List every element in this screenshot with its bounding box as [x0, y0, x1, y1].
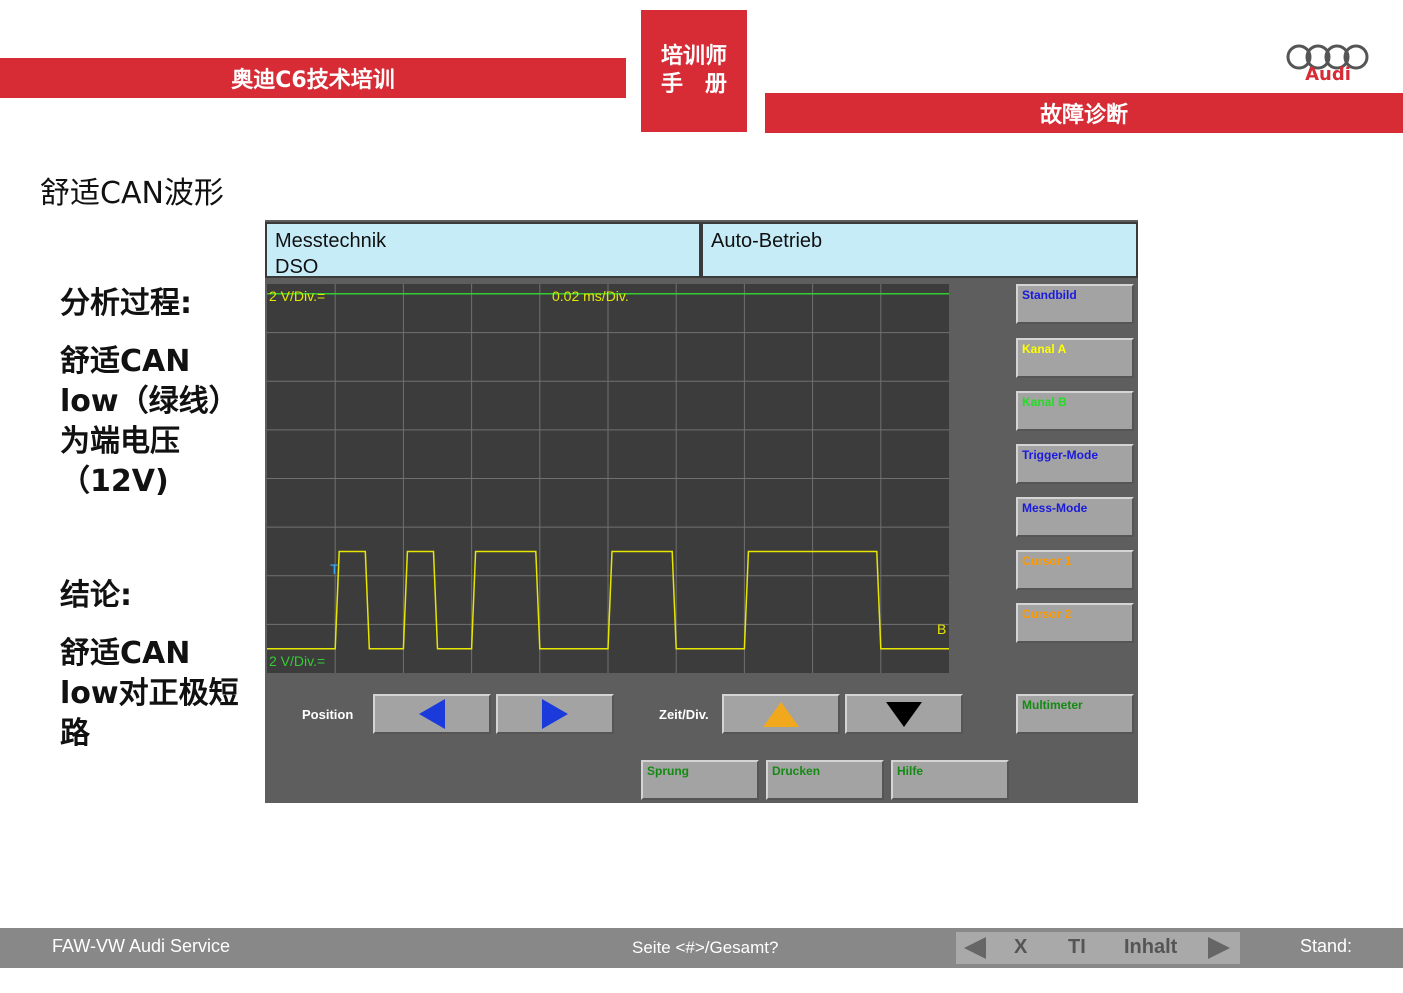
info-dso: DSO	[275, 256, 319, 278]
trigger-marker: T	[330, 561, 339, 577]
tester-panel: Messtechnik DSO Auto-Betrieb 2 V/Div.= 0…	[265, 220, 1138, 803]
analysis-body: 舒适CAN low（绿线）为端电压（12V)	[60, 344, 239, 499]
kanal-b-label: Kanal B	[1022, 395, 1067, 409]
header-center-badge: 培训师 手 册	[641, 10, 747, 132]
section-title: 故障诊断	[1039, 103, 1128, 128]
conclusion-heading: 结论:	[60, 578, 132, 613]
multimeter-label: Multimeter	[1022, 698, 1083, 712]
drucken-button[interactable]: Drucken	[766, 760, 884, 800]
arrow-left-icon	[419, 699, 445, 729]
position-label: Position	[302, 707, 354, 722]
trigger-mode-button[interactable]: Trigger-Mode	[1016, 444, 1134, 484]
kanal-b-button[interactable]: Kanal B	[1016, 391, 1134, 431]
arrow-right-icon	[542, 699, 568, 729]
channel-a-marker: B	[937, 621, 946, 637]
footer-stand: Stand:	[1300, 936, 1353, 956]
sprung-button[interactable]: Sprung	[641, 760, 759, 800]
badge-line-2: 手 册	[660, 72, 727, 97]
header-right-banner: 故障诊断	[765, 93, 1403, 133]
position-right-button[interactable]	[496, 694, 614, 734]
sprung-label: Sprung	[647, 764, 689, 778]
hilfe-label: Hilfe	[897, 764, 924, 778]
arrow-down-icon	[886, 702, 922, 727]
arrow-up-icon	[763, 702, 799, 727]
cursor-2-button[interactable]: Cursor 2	[1016, 603, 1134, 643]
analysis-heading: 分析过程:	[60, 286, 192, 321]
zeit-div-label: Zeit/Div.	[659, 707, 709, 722]
inhalt-button[interactable]: Inhalt	[1124, 936, 1177, 959]
info-box-left: Messtechnik DSO	[265, 222, 701, 278]
header-left-banner: 奥迪C6技术培训	[0, 58, 626, 98]
kanal-a-label: Kanal A	[1022, 342, 1067, 356]
mess-mode-button[interactable]: Mess-Mode	[1016, 497, 1134, 537]
drucken-label: Drucken	[772, 764, 821, 778]
position-left-button[interactable]	[373, 694, 491, 734]
standbild-label: Standbild	[1022, 288, 1077, 302]
footer-bar: FAW-VW Audi Service Seite <#>/Gesamt? X …	[0, 928, 1403, 968]
conclusion-body: 舒适CAN low对正极短路	[60, 636, 239, 751]
info-auto: Auto-Betrieb	[711, 230, 823, 252]
top-channel-label: 2 V/Div.=	[269, 288, 325, 304]
info-box-right: Auto-Betrieb	[701, 222, 1138, 278]
prev-arrow-icon[interactable]	[962, 936, 988, 960]
trigger-mode-label: Trigger-Mode	[1022, 448, 1099, 462]
multimeter-button[interactable]: Multimeter	[1016, 694, 1134, 734]
close-nav-button[interactable]: X	[1014, 936, 1027, 959]
mess-mode-label: Mess-Mode	[1022, 501, 1088, 515]
hilfe-button[interactable]: Hilfe	[891, 760, 1009, 800]
oscilloscope-display: 2 V/Div.= 0.02 ms/Div. 2 V/Div.= T B	[267, 284, 949, 673]
cursor-1-label: Cursor 1	[1022, 554, 1072, 568]
slide-title: 舒适CAN波形	[40, 176, 224, 211]
bottom-channel-label: 2 V/Div.=	[269, 653, 325, 669]
audi-wordmark: Audi	[1305, 64, 1351, 85]
standbild-button[interactable]: Standbild	[1016, 284, 1134, 324]
footer-nav: X TI Inhalt	[956, 932, 1240, 964]
kanal-a-button[interactable]: Kanal A	[1016, 338, 1134, 378]
cursor-1-button[interactable]: Cursor 1	[1016, 550, 1134, 590]
top-nav-button[interactable]: TI	[1068, 936, 1086, 959]
footer-org: FAW-VW Audi Service	[52, 936, 231, 956]
time-div-label: 0.02 ms/Div.	[552, 288, 629, 304]
footer-page: Seite <#>/Gesamt?	[632, 938, 779, 957]
zeit-down-button[interactable]	[845, 694, 963, 734]
info-mode: Messtechnik	[275, 230, 387, 252]
cursor-2-label: Cursor 2	[1022, 607, 1072, 621]
next-arrow-icon[interactable]	[1206, 936, 1232, 960]
badge-line-1: 培训师	[660, 44, 727, 69]
course-title: 奥迪C6技术培训	[231, 68, 395, 93]
zeit-up-button[interactable]	[722, 694, 840, 734]
